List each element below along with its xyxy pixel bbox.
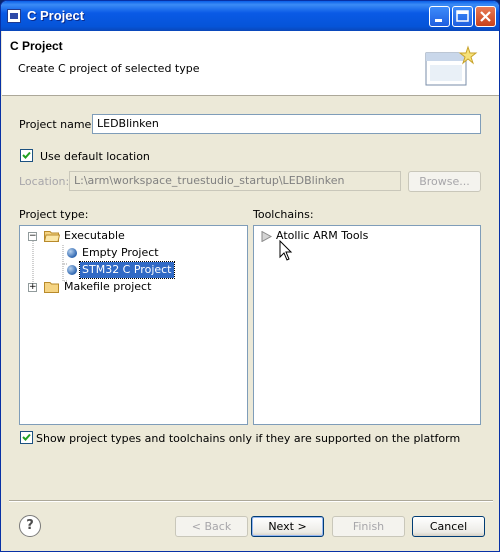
project-type-label: Project type:	[19, 208, 89, 221]
footer-separator	[9, 500, 493, 502]
collapsed-arrow-icon[interactable]	[261, 231, 273, 242]
collapse-icon[interactable]: −	[28, 232, 37, 241]
use-default-location-checkbox[interactable]	[20, 149, 33, 162]
help-icon: ?	[26, 518, 34, 533]
toolchains-label: Toolchains:	[253, 208, 314, 221]
window-title: C Project	[27, 8, 85, 23]
tree-lines	[32, 241, 67, 283]
finish-button[interactable]: Finish	[332, 516, 405, 537]
use-default-location-label[interactable]: Use default location	[40, 150, 150, 163]
cancel-button[interactable]: Cancel	[412, 516, 485, 537]
back-button[interactable]: < Back	[175, 516, 248, 537]
page-description: Create C project of selected type	[18, 62, 200, 75]
project-name-input[interactable]: LEDBlinken	[92, 114, 481, 134]
tree-item-empty-project[interactable]: Empty Project	[82, 245, 159, 261]
tree-item-executable[interactable]: Executable	[64, 228, 125, 244]
location-label: Location:	[19, 175, 70, 188]
show-supported-only-checkbox[interactable]	[20, 431, 33, 444]
toolchains-list[interactable]: Atollic ARM Tools	[253, 225, 481, 425]
checkmark-icon	[22, 433, 31, 441]
close-icon	[480, 11, 491, 22]
maximize-icon	[456, 10, 469, 22]
location-input[interactable]: L:\arm\workspace_truestudio_startup\LEDB…	[69, 171, 401, 191]
browse-button[interactable]: Browse...	[408, 171, 481, 192]
minimize-icon	[435, 19, 442, 22]
c-project-dialog: C Project C Project Create C project of …	[0, 0, 500, 552]
mouse-cursor-icon	[279, 240, 293, 261]
tree-item-stm32-c-project[interactable]: STM32 C Project	[79, 261, 175, 279]
next-button[interactable]: Next >	[251, 516, 324, 537]
checkmark-icon	[22, 151, 31, 159]
minimize-button[interactable]	[429, 6, 450, 27]
new-project-wizard-icon	[425, 45, 478, 86]
wizard-header: C Project Create C project of selected t…	[2, 31, 499, 96]
close-button[interactable]	[475, 6, 496, 27]
window-app-icon	[7, 9, 21, 23]
project-name-label: Project name:	[19, 118, 96, 131]
project-type-tree[interactable]: − Executable Empty Project STM32 C Proje…	[19, 225, 248, 425]
page-title: C Project	[10, 39, 63, 53]
title-bar[interactable]: C Project	[1, 1, 499, 31]
tree-item-makefile-project[interactable]: Makefile project	[64, 279, 151, 295]
maximize-button[interactable]	[452, 6, 473, 27]
show-supported-only-label[interactable]: Show project types and toolchains only i…	[36, 432, 460, 445]
help-button[interactable]: ?	[19, 515, 41, 537]
